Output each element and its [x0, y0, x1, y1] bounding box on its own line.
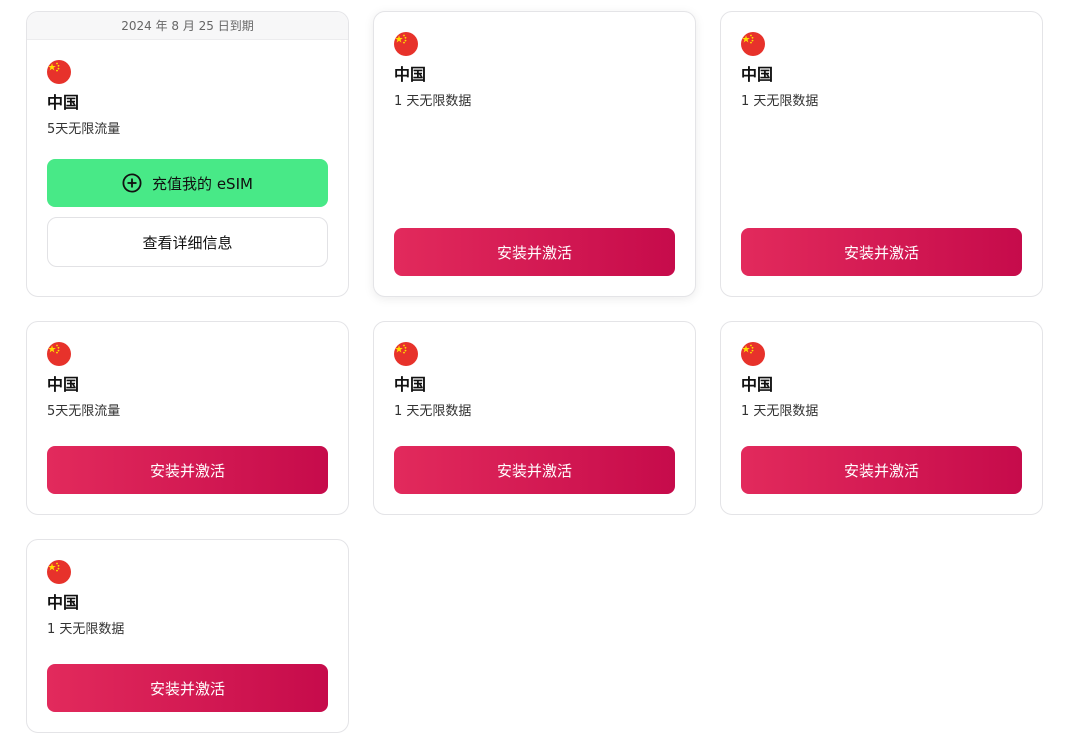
china-flag-icon	[47, 560, 71, 584]
install-activate-button[interactable]: 安装并激活	[394, 228, 675, 276]
country-name: 中国	[394, 375, 427, 394]
plus-circle-icon	[122, 173, 142, 193]
plan-description: 1 天无限数据	[47, 622, 125, 637]
country-name: 中国	[741, 375, 774, 394]
china-flag-icon	[47, 342, 71, 366]
topup-esim-button[interactable]: 充值我的 eSIM	[47, 159, 328, 207]
country-name: 中国	[394, 65, 427, 84]
plan-description: 1 天无限数据	[394, 404, 472, 419]
install-activate-button[interactable]: 安装并激活	[741, 446, 1022, 494]
topup-label: 充值我的 eSIM	[152, 174, 253, 193]
install-activate-button[interactable]: 安装并激活	[47, 664, 328, 712]
plan-description: 5天无限流量	[47, 404, 121, 419]
esim-card: 中国 1 天无限数据 安装并激活	[720, 321, 1043, 515]
esim-card: 中国 1 天无限数据 安装并激活	[720, 11, 1043, 297]
plan-description: 5天无限流量	[47, 122, 121, 137]
esim-card: 中国 1 天无限数据 安装并激活	[26, 539, 349, 733]
china-flag-icon	[741, 342, 765, 366]
expiry-banner: 2024 年 8 月 25 日到期	[27, 12, 348, 40]
country-name: 中国	[741, 65, 774, 84]
install-activate-button[interactable]: 安装并激活	[394, 446, 675, 494]
country-name: 中国	[47, 93, 80, 112]
china-flag-icon	[47, 60, 71, 84]
plan-description: 1 天无限数据	[741, 94, 819, 109]
china-flag-icon	[741, 32, 765, 56]
china-flag-icon	[394, 342, 418, 366]
esim-card: 中国 1 天无限数据 安装并激活	[373, 321, 696, 515]
view-details-button[interactable]: 查看详细信息	[47, 217, 328, 267]
china-flag-icon	[394, 32, 418, 56]
plan-description: 1 天无限数据	[394, 94, 472, 109]
country-name: 中国	[47, 375, 80, 394]
esim-card: 中国 1 天无限数据 安装并激活	[373, 11, 696, 297]
install-activate-button[interactable]: 安装并激活	[47, 446, 328, 494]
esim-card-active: 2024 年 8 月 25 日到期 中国 5天无限流量 充值我的 eSIM 查看…	[26, 11, 349, 297]
country-name: 中国	[47, 593, 80, 612]
esim-card: 中国 5天无限流量 安装并激活	[26, 321, 349, 515]
install-activate-button[interactable]: 安装并激活	[741, 228, 1022, 276]
plan-description: 1 天无限数据	[741, 404, 819, 419]
